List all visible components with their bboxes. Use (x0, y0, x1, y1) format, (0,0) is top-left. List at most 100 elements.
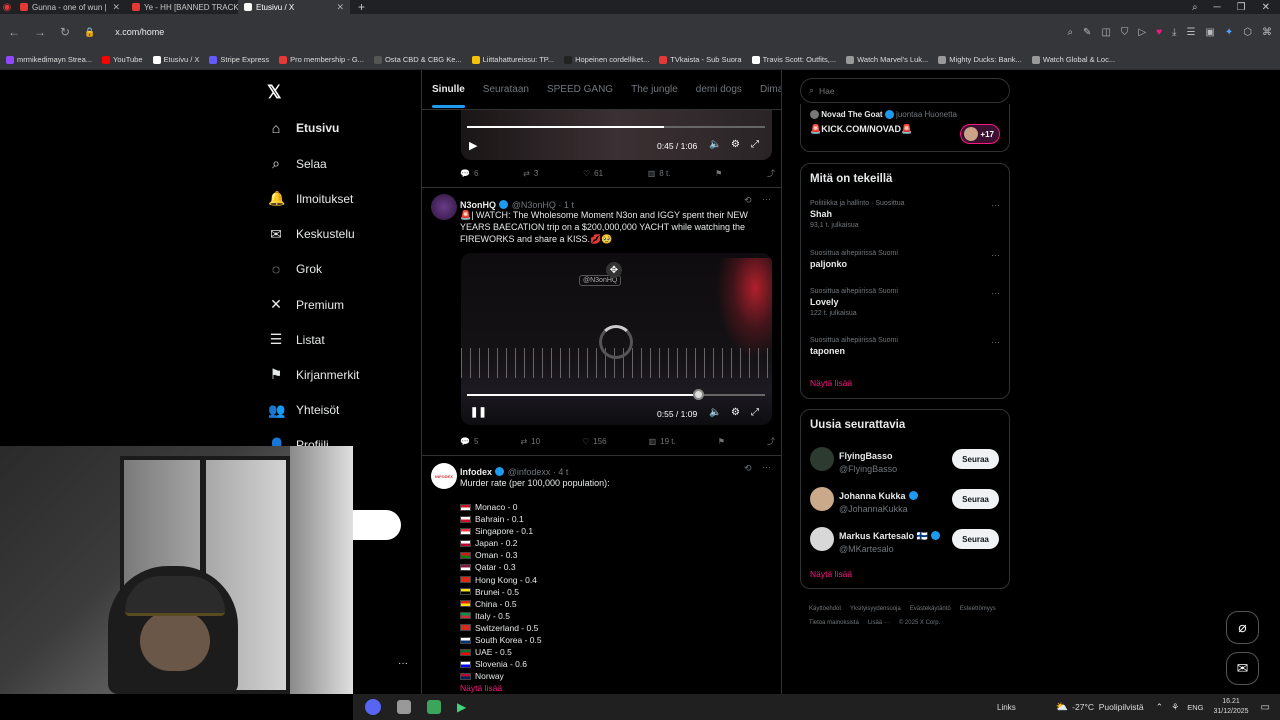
nav-item-search[interactable]: ⌕ Selaa (268, 155, 327, 172)
bookmark-item[interactable]: YouTube (102, 55, 143, 64)
browser-tab[interactable]: Gunna - one of wun | ✕ (14, 0, 126, 14)
follow-button[interactable]: Seuraa (952, 449, 999, 469)
reload-icon[interactable]: ↻ (60, 25, 70, 39)
bookmark-item[interactable]: Watch Marvel's Luk... (846, 55, 928, 64)
settings-icon[interactable]: ⚙ (731, 139, 740, 150)
grok-fab[interactable]: ⌀ (1226, 611, 1259, 644)
more-icon[interactable]: ··· (991, 337, 1000, 347)
author-handle[interactable]: @infodexx · 4 t (508, 467, 569, 477)
bookmark-item[interactable]: Hopeinen cordelliket... (564, 55, 649, 64)
app-icon-green[interactable] (427, 700, 441, 714)
menu-icon[interactable]: ☰ (1186, 27, 1195, 38)
timeline-tab[interactable]: SPEED GANG (547, 84, 613, 95)
follow-button[interactable]: Seuraa (952, 529, 999, 549)
live-card[interactable]: Novad The Goat juontaa Huonetta 🚨KICK.CO… (800, 104, 1010, 152)
camera-icon[interactable]: ◫ (1101, 27, 1110, 38)
tray-chevron-icon[interactable]: ⌃ (1156, 702, 1164, 713)
repost-button[interactable]: ⇄ 10 (520, 436, 540, 447)
back-icon[interactable]: ← (8, 25, 20, 39)
settings-icon[interactable]: ⚙ (731, 407, 740, 418)
play-icon[interactable]: ▶ (469, 139, 477, 152)
bookmark-item[interactable]: Travis Scott: Outfits,... (751, 55, 836, 64)
trend-item[interactable]: Suosittua aihepiirissä Suomi Lovely 122 t… (810, 288, 1000, 317)
footer-link[interactable]: Yksityisyydensuoja (850, 602, 901, 616)
footer-link[interactable]: Esteettömyys (960, 602, 996, 616)
timeline-tab[interactable]: Seurataan (483, 84, 529, 95)
download-icon[interactable]: ⤓ (1172, 27, 1176, 38)
author-name[interactable]: Infodex (460, 467, 492, 477)
trend-item[interactable]: Suosittua aihepiirissä Suomi taponen ··· (810, 337, 1000, 356)
grok-icon[interactable]: ⟲ (744, 463, 752, 474)
avatar[interactable] (810, 487, 834, 511)
follow-button[interactable]: Seuraa (952, 489, 999, 509)
cube-icon[interactable]: ⬡ (1243, 27, 1252, 38)
video-scrubber-handle[interactable] (693, 389, 705, 400)
bookmark-item[interactable]: Liittahattureissu: TP... (471, 55, 554, 64)
bookmark-item[interactable]: Stripe Express (209, 55, 269, 64)
weather[interactable]: -27°C Puolipilvistä (1072, 702, 1143, 712)
timeline-tab[interactable]: demi dogs (696, 84, 742, 95)
avatar[interactable] (810, 527, 834, 551)
more-icon[interactable]: ··· (991, 288, 1000, 298)
nav-item-communities[interactable]: 👥 Yhteisöt (268, 402, 339, 419)
nav-item-list[interactable]: ☰ Listat (268, 331, 325, 348)
play-icon[interactable]: ▷ (1138, 27, 1146, 38)
wallet-icon[interactable]: ▣ (1205, 27, 1214, 38)
more-icon[interactable]: ··· (762, 462, 771, 472)
follow-suggestion[interactable]: Johanna Kukka @JohannaKukka Seuraa (810, 486, 1002, 514)
app-icon-play[interactable]: ▶ (457, 700, 466, 714)
ai-icon[interactable]: ⌘ (1262, 27, 1272, 38)
new-tab-button[interactable]: + (350, 0, 373, 14)
repost-button[interactable]: ⇄ 3 (523, 168, 538, 179)
more-dots-icon[interactable]: ··· (398, 658, 408, 669)
nav-item-bookmark[interactable]: ⚑ Kirjanmerkit (268, 366, 360, 383)
grok-icon[interactable]: ⟲ (744, 195, 752, 206)
discord-app-icon[interactable] (365, 699, 381, 715)
bookmark-button[interactable]: ⚑ (718, 436, 725, 447)
bookmark-item[interactable]: mrmikedimayn Strea... (6, 55, 92, 64)
avatar[interactable] (810, 447, 834, 471)
timeline-tab[interactable]: The jungle (631, 84, 678, 95)
timeline-tab[interactable]: Sinulle (432, 84, 465, 108)
language[interactable]: ENG (1187, 703, 1203, 712)
like-button[interactable]: ♡ 61 (583, 168, 603, 179)
tab-close-icon[interactable]: ✕ (336, 2, 344, 13)
bookmark-item[interactable]: TVkaista - Sub Suora (659, 55, 742, 64)
dialog-button-fragment[interactable] (353, 510, 401, 540)
search-tabs-icon[interactable]: ⌕ (1192, 2, 1198, 13)
links-toolbar[interactable]: Links (997, 703, 1016, 712)
bookmark-item[interactable]: Pro membership - G... (279, 55, 364, 64)
tab-close-icon[interactable]: ✕ (112, 2, 120, 13)
post2-video[interactable]: @N3onHQ ✥ ❚❚ 0:55 / 1:09 🔈 ⚙ ⤢ (461, 253, 772, 425)
expand-icon[interactable]: ✥ (606, 262, 622, 278)
show-more-link[interactable]: Näytä lisää (460, 683, 502, 693)
forward-icon[interactable]: → (34, 25, 46, 39)
follow-suggestion[interactable]: Markus Kartesalo 🇫🇮 @MKartesalo Seuraa (810, 526, 1002, 554)
post1-video[interactable]: ▶ 0:45 / 1:06 🔈 ⚙ ⤢ (461, 110, 772, 160)
footer-link[interactable]: Tietoa mainoksista (809, 616, 859, 630)
search-input[interactable] (819, 85, 990, 96)
zoom-icon[interactable]: ⌕ (1067, 27, 1073, 38)
views-button[interactable]: ▥ 19 t. (649, 436, 676, 447)
fullscreen-icon[interactable]: ⤢ (751, 139, 759, 150)
more-icon[interactable]: ··· (991, 250, 1000, 260)
follow-suggestion[interactable]: FlyingBasso @FlyingBasso Seuraa (810, 446, 1002, 474)
shield-icon[interactable]: ⛉ (1121, 27, 1129, 38)
clock[interactable]: 16.21 31/12/2025 (1214, 697, 1249, 717)
x-logo-icon[interactable]: 𝕏 (267, 82, 282, 103)
footer-link[interactable]: Evästekäytäntö (910, 602, 951, 616)
maximize-icon[interactable]: ❐ (1237, 2, 1246, 13)
search-box[interactable]: ⌕ (800, 78, 1010, 103)
minimize-icon[interactable]: ─ (1214, 2, 1221, 13)
app-icon-gray[interactable] (397, 700, 411, 714)
close-icon[interactable]: ✕ (1262, 2, 1270, 13)
heart-icon[interactable]: ♥ (1156, 27, 1162, 38)
more-icon[interactable]: ··· (991, 200, 1000, 210)
pause-icon[interactable]: ❚❚ (470, 407, 487, 418)
extension-icon[interactable]: ✦ (1225, 27, 1233, 38)
more-icon[interactable]: ··· (762, 194, 771, 204)
url-field[interactable]: x.com/home (115, 27, 164, 37)
edit-icon[interactable]: ✎ (1083, 27, 1091, 38)
listener-badge[interactable]: +17 (960, 124, 1000, 144)
nav-item-bell[interactable]: 🔔 Ilmoitukset (268, 190, 353, 207)
